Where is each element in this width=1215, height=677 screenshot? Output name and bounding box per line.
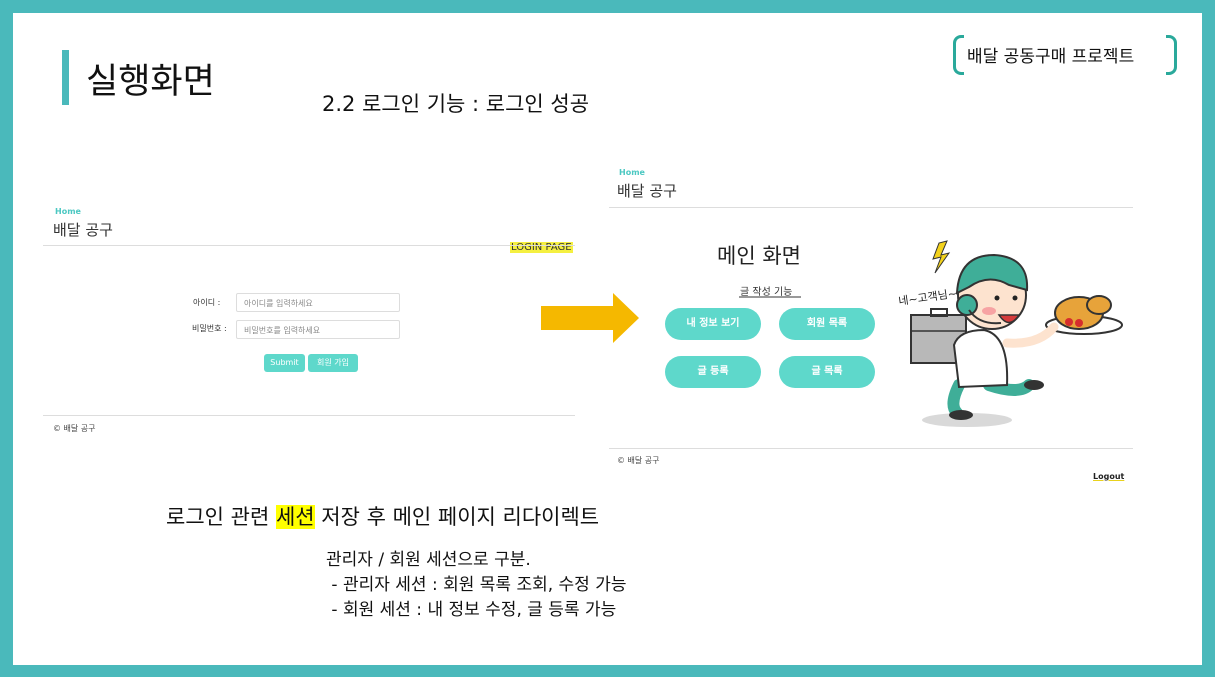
bracket-left bbox=[953, 35, 964, 75]
delivery-mascot-image: 네~고객님~ bbox=[898, 240, 1123, 427]
footer-text: © 배달 공구 bbox=[53, 424, 96, 433]
header-divider bbox=[609, 207, 1133, 208]
member-list-button[interactable]: 회원 목록 bbox=[779, 308, 875, 340]
note-line-3: - 회원 세션 : 내 정보 수정, 글 등록 가능 bbox=[326, 600, 617, 620]
submit-button[interactable]: Submit bbox=[264, 354, 305, 372]
header-divider bbox=[43, 245, 575, 246]
pw-label: 비밀번호 : bbox=[192, 324, 227, 333]
home-link[interactable]: Home bbox=[55, 207, 81, 216]
home-link[interactable]: Home bbox=[619, 168, 645, 177]
footer-text: © 배달 공구 bbox=[617, 456, 660, 465]
id-label: 아이디 : bbox=[193, 298, 221, 307]
post-list-button[interactable]: 글 목록 bbox=[779, 356, 875, 388]
login-page-tag: LOGIN PAGE bbox=[510, 242, 573, 253]
main-title: 메인 화면 bbox=[717, 244, 801, 268]
section-heading: 2.2 로그인 기능 : 로그인 성공 bbox=[322, 92, 590, 116]
highlighted-word: 세션 bbox=[275, 505, 315, 529]
footer-divider bbox=[43, 415, 575, 416]
id-input[interactable]: 아이디를 입력하세요 bbox=[236, 293, 400, 312]
logout-link[interactable]: Logout bbox=[1093, 472, 1124, 481]
project-badge: 배달 공동구매 프로젝트 bbox=[953, 35, 1177, 75]
project-name: 배달 공동구매 프로젝트 bbox=[967, 47, 1135, 67]
bracket-right bbox=[1166, 35, 1177, 75]
pw-input[interactable]: 비밀번호를 입력하세요 bbox=[236, 320, 400, 339]
post-register-button[interactable]: 글 등록 bbox=[665, 356, 761, 388]
app-name: 배달 공구 bbox=[53, 221, 113, 239]
summary-line: 로그인 관련 세션 저장 후 메인 페이지 리다이렉트 bbox=[166, 501, 599, 531]
note-line-1: 관리자 / 회원 세션으로 구분. bbox=[326, 550, 531, 570]
summary-text-2: 저장 후 메인 페이지 리다이렉트 bbox=[314, 505, 600, 529]
mascot-speech: 네~고객님~ bbox=[898, 287, 958, 308]
signup-button[interactable]: 회원 가입 bbox=[308, 354, 358, 372]
title-accent-bar bbox=[62, 50, 69, 105]
app-name: 배달 공구 bbox=[617, 182, 677, 200]
note-line-2: - 관리자 세션 : 회원 목록 조회, 수정 가능 bbox=[326, 575, 627, 595]
login-page-screenshot: Home 배달 공구 LOGIN PAGE 아이디 : 아이디를 입력하세요 비… bbox=[43, 203, 575, 453]
slide: 실행화면 배달 공동구매 프로젝트 2.2 로그인 기능 : 로그인 성공 Ho… bbox=[13, 13, 1202, 665]
summary-text-1: 로그인 관련 bbox=[166, 505, 276, 529]
slide-title: 실행화면 bbox=[86, 62, 215, 102]
my-info-button[interactable]: 내 정보 보기 bbox=[665, 308, 761, 340]
footer-divider bbox=[609, 448, 1133, 449]
link-underline bbox=[739, 296, 801, 298]
